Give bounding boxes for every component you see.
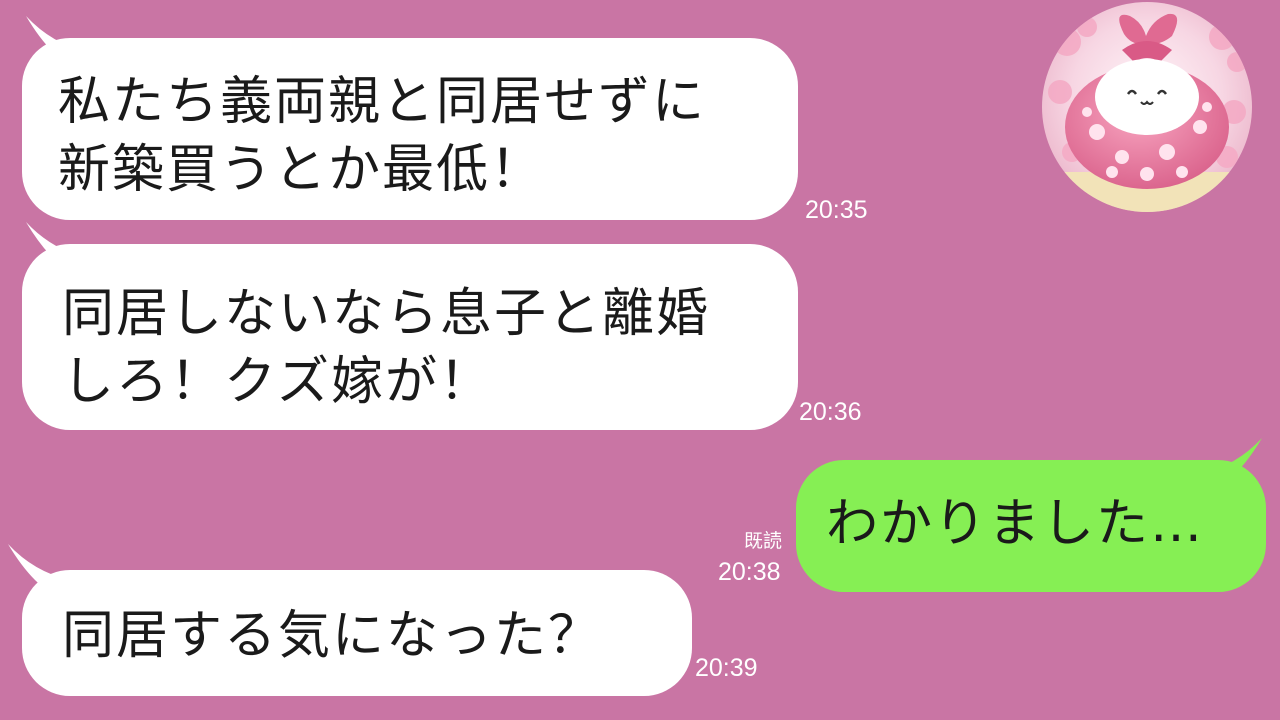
message-bubble[interactable]: 同居する気になった？	[22, 570, 692, 696]
message-text-line: しろ！クズ嫁が！	[62, 352, 493, 412]
contact-avatar[interactable]	[1042, 2, 1252, 212]
message-timestamp: 20:38	[718, 558, 781, 586]
message-bubble-sent[interactable]: わかりました…	[796, 460, 1266, 592]
mochi-character-furoshiki-icon	[1042, 2, 1252, 212]
message-bubble[interactable]: 同居しないなら息子と離婚 しろ！クズ嫁が！	[22, 244, 798, 430]
message-text-line: 新築買うとか最低！	[58, 140, 545, 200]
message-text-line: わかりました…	[826, 494, 1205, 554]
message-text-line: 私たち義両親と同居せずに	[58, 72, 707, 132]
read-receipt: 既読	[744, 530, 783, 552]
message-timestamp: 20:36	[799, 398, 862, 426]
message-timestamp: 20:35	[805, 196, 868, 224]
message-text-line: 同居しないなら息子と離婚	[62, 284, 711, 344]
message-bubble[interactable]: 私たち義両親と同居せずに 新築買うとか最低！	[22, 38, 798, 220]
message-text-line: 同居する気になった？	[62, 606, 603, 666]
message-timestamp: 20:39	[695, 654, 758, 682]
